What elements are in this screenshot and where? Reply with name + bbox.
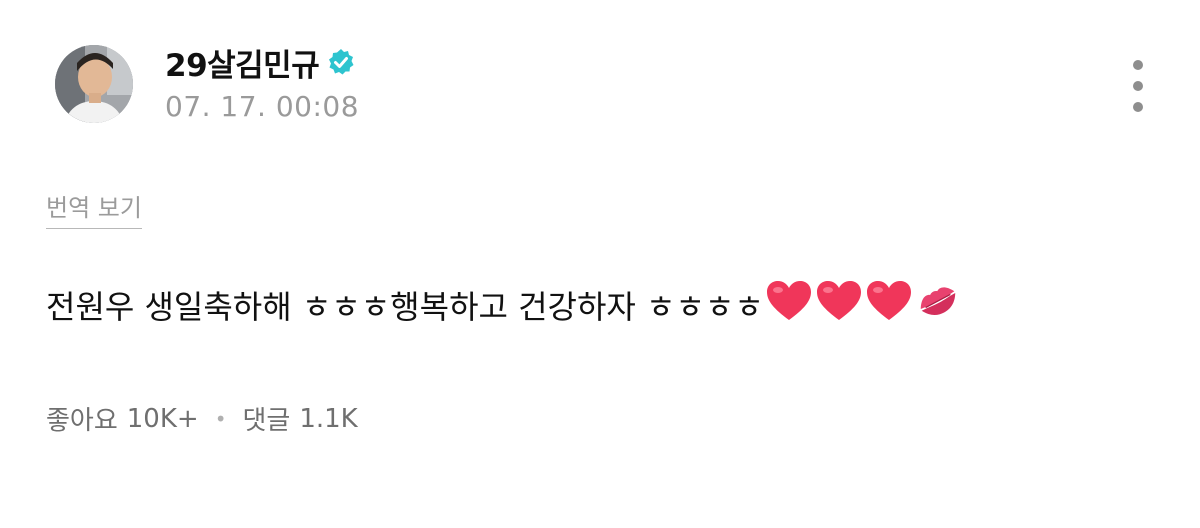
likes-count[interactable]: 10K+ <box>127 404 199 434</box>
comments-count[interactable]: 1.1K <box>299 404 357 434</box>
verified-badge-icon <box>327 48 355 76</box>
likes-label[interactable]: 좋아요 <box>46 400 118 437</box>
more-options-icon-dot <box>1133 102 1143 112</box>
post-emojis <box>766 280 960 330</box>
author-name[interactable]: 29살김민규 <box>165 40 320 85</box>
more-options-icon-dot <box>1133 81 1143 91</box>
heart-icon <box>766 280 812 330</box>
post-body: 전원우 생일축하해 ㅎㅎㅎ행복하고 건강하자 ㅎㅎㅎㅎ <box>46 280 1146 330</box>
post-stats: 좋아요 10K+ • 댓글 1.1K <box>46 400 358 437</box>
avatar[interactable] <box>55 45 133 123</box>
comments-label[interactable]: 댓글 <box>242 400 290 437</box>
heart-icon <box>866 280 912 330</box>
author-row: 29살김민규 <box>165 40 355 84</box>
kiss-mark-icon <box>916 281 960 329</box>
post-text: 전원우 생일축하해 ㅎㅎㅎ행복하고 건강하자 ㅎㅎㅎㅎ <box>46 288 764 326</box>
translate-link[interactable]: 번역 보기 <box>46 188 142 229</box>
post-timestamp: 07. 17. 00:08 <box>165 90 360 123</box>
more-options-icon <box>1133 60 1143 70</box>
heart-icon <box>816 280 862 330</box>
stats-separator: • <box>214 406 227 431</box>
more-options-button[interactable] <box>1122 60 1154 112</box>
avatar-photo <box>55 45 133 123</box>
